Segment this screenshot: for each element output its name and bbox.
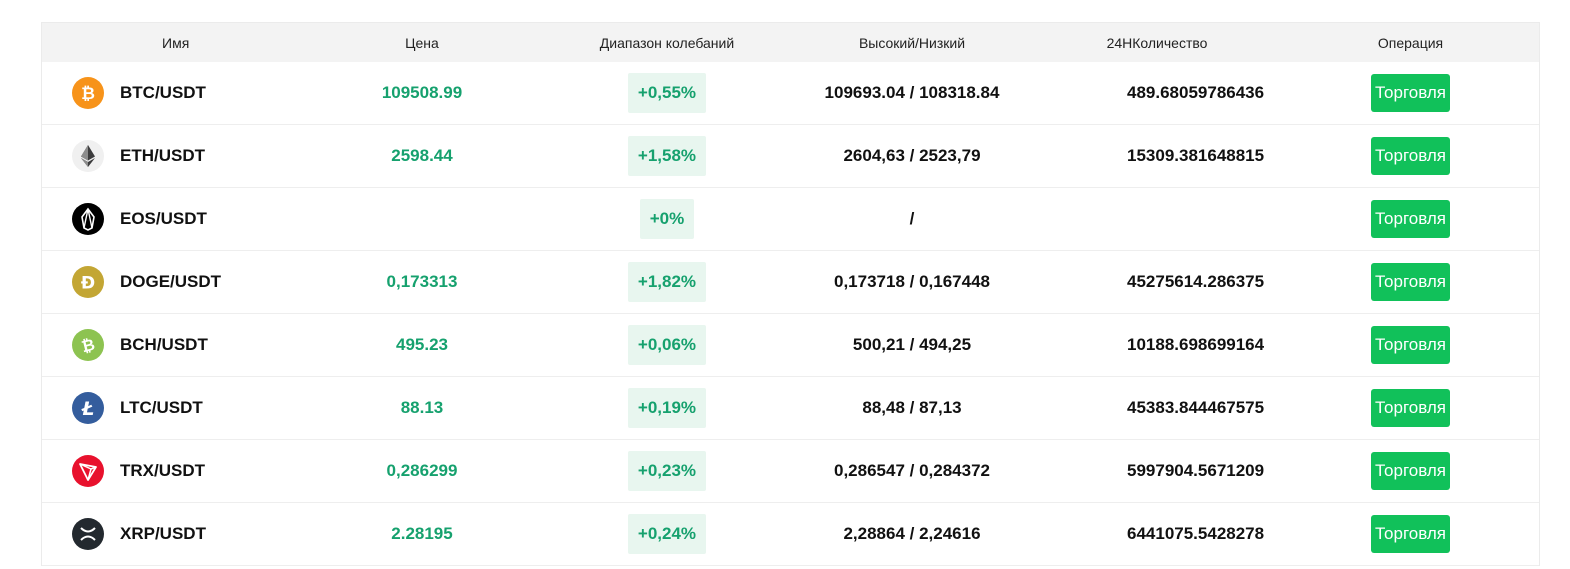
table-row[interactable]: XRP/USDT 2.28195 +0,24% 2,28864 / 2,2461… xyxy=(42,503,1539,566)
price: 2598.44 xyxy=(391,146,453,165)
change-cell: +0,24% xyxy=(542,514,792,554)
table-row[interactable]: EOS/USDT +0% / Торговля xyxy=(42,188,1539,251)
change-badge: +0,55% xyxy=(627,73,707,113)
header-price: Цена xyxy=(405,34,439,51)
high-low: 88,48 / 87,13 xyxy=(862,398,962,417)
volume: 10188.698699164 xyxy=(1127,335,1265,354)
operation-cell: Торговля xyxy=(1282,200,1539,238)
svg-text:Ð: Ð xyxy=(81,274,95,294)
operation-cell: Торговля xyxy=(1282,389,1539,427)
svg-text:₿: ₿ xyxy=(79,335,96,357)
name-cell: ₿ BTC/USDT xyxy=(42,77,302,109)
xrp-icon xyxy=(72,518,104,550)
high-low: 109693.04 / 108318.84 xyxy=(824,83,1000,102)
change-cell: +0,06% xyxy=(542,325,792,365)
table-row[interactable]: ₿ BCH/USDT 495.23 +0,06% 500,21 / 494,25… xyxy=(42,314,1539,377)
change-badge: +0,19% xyxy=(627,388,707,428)
table-row[interactable]: ETH/USDT 2598.44 +1,58% 2604,63 / 2523,7… xyxy=(42,125,1539,188)
name-cell: Ł LTC/USDT xyxy=(42,392,302,424)
change-cell: +0,19% xyxy=(542,388,792,428)
volume: 15309.381648815 xyxy=(1127,146,1265,165)
name-cell: XRP/USDT xyxy=(42,518,302,550)
operation-cell: Торговля xyxy=(1282,452,1539,490)
ltc-icon: Ł xyxy=(72,392,104,424)
change-badge: +0,06% xyxy=(627,325,707,365)
price: 109508.99 xyxy=(381,83,463,102)
high-low: 0,286547 / 0,284372 xyxy=(834,461,990,480)
pair-name: BTC/USDT xyxy=(120,83,206,102)
header-high-low: Высокий/Низкий xyxy=(858,34,966,51)
table-header: Имя Цена Диапазон колебаний Высокий/Низк… xyxy=(42,22,1539,62)
pair-name: LTC/USDT xyxy=(120,398,203,417)
high-low: 500,21 / 494,25 xyxy=(852,335,972,354)
change-badge: +1,82% xyxy=(627,262,707,302)
volume: 489.68059786436 xyxy=(1127,83,1265,102)
trade-button[interactable]: Торговля xyxy=(1370,200,1450,238)
operation-cell: Торговля xyxy=(1282,263,1539,301)
operation-cell: Торговля xyxy=(1282,74,1539,112)
high-low: 2,28864 / 2,24616 xyxy=(843,524,981,543)
header-range: Диапазон колебаний xyxy=(599,34,735,51)
pair-name: TRX/USDT xyxy=(120,461,205,480)
svg-text:Ł: Ł xyxy=(81,398,95,420)
eth-icon xyxy=(72,140,104,172)
trade-button[interactable]: Торговля xyxy=(1370,326,1450,364)
change-badge: +0% xyxy=(639,199,695,239)
operation-cell: Торговля xyxy=(1282,515,1539,553)
change-badge: +0,24% xyxy=(627,514,707,554)
change-cell: +0,55% xyxy=(542,73,792,113)
price: 88.13 xyxy=(400,398,444,417)
pair-name: ETH/USDT xyxy=(120,146,205,165)
operation-cell: Торговля xyxy=(1282,326,1539,364)
name-cell: EOS/USDT xyxy=(42,203,302,235)
name-cell: Ð DOGE/USDT xyxy=(42,266,302,298)
price: 0,286299 xyxy=(386,461,458,480)
volume: 45383.844467575 xyxy=(1127,398,1265,417)
table-row[interactable]: TRX/USDT 0,286299 +0,23% 0,286547 / 0,28… xyxy=(42,440,1539,503)
doge-icon: Ð xyxy=(72,266,104,298)
table-row[interactable]: ₿ BTC/USDT 109508.99 +0,55% 109693.04 / … xyxy=(42,62,1539,125)
price: 495.23 xyxy=(396,335,448,354)
table-row[interactable]: Ð DOGE/USDT 0,173313 +1,82% 0,173718 / 0… xyxy=(42,251,1539,314)
pair-name: EOS/USDT xyxy=(120,209,207,228)
btc-icon: ₿ xyxy=(72,77,104,109)
volume: 5997904.5671209 xyxy=(1127,461,1265,480)
high-low: / xyxy=(909,209,915,228)
bch-icon: ₿ xyxy=(72,329,104,361)
change-badge: +0,23% xyxy=(627,451,707,491)
change-cell: +0,23% xyxy=(542,451,792,491)
trade-button[interactable]: Торговля xyxy=(1370,137,1450,175)
trade-button[interactable]: Торговля xyxy=(1370,515,1450,553)
header-name: Имя xyxy=(162,34,190,51)
volume: 45275614.286375 xyxy=(1127,272,1265,291)
trx-icon xyxy=(72,455,104,487)
change-cell: +0% xyxy=(542,199,792,239)
trade-button[interactable]: Торговля xyxy=(1370,263,1450,301)
price: 0,173313 xyxy=(386,272,458,291)
pair-name: BCH/USDT xyxy=(120,335,208,354)
svg-text:₿: ₿ xyxy=(81,84,95,104)
volume: 6441075.5428278 xyxy=(1127,524,1265,543)
trade-button[interactable]: Торговля xyxy=(1370,74,1450,112)
market-table: Имя Цена Диапазон колебаний Высокий/Низк… xyxy=(41,22,1540,566)
change-cell: +1,82% xyxy=(542,262,792,302)
pair-name: XRP/USDT xyxy=(120,524,206,543)
change-badge: +1,58% xyxy=(627,136,707,176)
operation-cell: Торговля xyxy=(1282,137,1539,175)
price: 2.28195 xyxy=(391,524,453,543)
table-row[interactable]: Ł LTC/USDT 88.13 +0,19% 88,48 / 87,13 45… xyxy=(42,377,1539,440)
pair-name: DOGE/USDT xyxy=(120,272,222,291)
name-cell: TRX/USDT xyxy=(42,455,302,487)
high-low: 0,173718 / 0,167448 xyxy=(834,272,990,291)
header-volume: 24НКоличество xyxy=(1106,34,1208,51)
eos-icon xyxy=(72,203,104,235)
high-low: 2604,63 / 2523,79 xyxy=(843,146,981,165)
trade-button[interactable]: Торговля xyxy=(1370,389,1450,427)
name-cell: ETH/USDT xyxy=(42,140,302,172)
change-cell: +1,58% xyxy=(542,136,792,176)
header-operation: Операция xyxy=(1377,34,1444,51)
trade-button[interactable]: Торговля xyxy=(1370,452,1450,490)
name-cell: ₿ BCH/USDT xyxy=(42,329,302,361)
